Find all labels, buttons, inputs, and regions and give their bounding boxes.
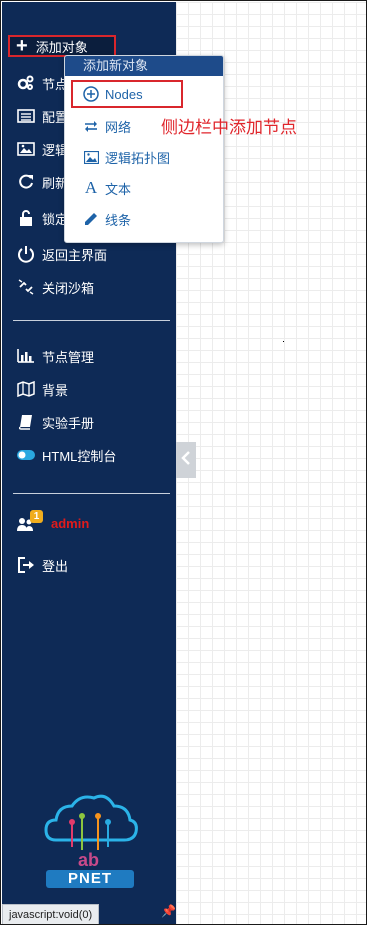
pnet-logo: ab PNET — [42, 792, 138, 892]
plus-icon: + — [16, 35, 28, 57]
menu-item-topology-picture[interactable]: 逻辑拓扑图 — [83, 146, 170, 168]
logout-label: 登出 — [42, 558, 69, 574]
pin-icon[interactable]: 📌 — [161, 904, 176, 918]
menu-item-label: 逻辑拓扑图 — [105, 150, 171, 166]
dropdown-header: 添加新对象 — [65, 56, 223, 76]
sidebar-divider — [13, 493, 170, 494]
list-icon — [16, 107, 36, 125]
sidebar-item-label: 实验手册 — [42, 415, 95, 431]
picture-icon — [83, 150, 99, 164]
font-icon: A — [84, 178, 98, 197]
sidebar-item-logic[interactable]: 逻辑 — [16, 137, 68, 161]
add-object-dropdown: 添加新对象 Nodes 网络 逻辑拓扑图 A 文本 线条 — [64, 55, 224, 243]
sidebar-item-refresh[interactable]: 刷新 — [16, 170, 68, 194]
annotation-text: 侧边栏中添加节点 — [161, 118, 297, 137]
sidebar-item-background[interactable]: 背景 — [16, 377, 68, 401]
window-frame: + 添加对象 节点 配置 逻辑 刷新 锁定 返回主界面 关闭沙箱 节点管理 背景… — [0, 0, 367, 925]
menu-item-label: 文本 — [105, 181, 132, 197]
menu-item-label: Nodes — [105, 86, 143, 102]
bar-chart-icon — [16, 347, 36, 365]
chevron-left-icon — [181, 450, 191, 470]
username[interactable]: admin — [51, 516, 89, 531]
sidebar-item-label: 关闭沙箱 — [42, 280, 95, 296]
canvas-dot — [283, 341, 284, 342]
sidebar-item-label: 节点管理 — [42, 349, 95, 365]
unlock-icon — [16, 209, 36, 227]
gears-icon — [16, 74, 36, 92]
map-icon — [16, 380, 36, 398]
book-icon — [16, 413, 36, 431]
menu-item-label: 线条 — [105, 212, 132, 228]
sidebar-item-lock[interactable]: 锁定 — [16, 206, 68, 230]
logout-button[interactable]: 登出 — [16, 553, 68, 577]
sign-out-icon — [16, 556, 36, 574]
svg-text:ab: ab — [78, 850, 99, 870]
sidebar-item-config[interactable]: 配置 — [16, 104, 68, 128]
sidebar-divider — [13, 320, 170, 321]
power-icon — [16, 245, 36, 263]
unlink-icon — [16, 278, 36, 296]
add-object-label: 添加对象 — [35, 39, 88, 55]
exchange-icon — [83, 120, 99, 132]
status-bar-url: javascript:void(0) — [2, 904, 100, 924]
plus-circle-icon — [83, 86, 99, 102]
toggle-icon — [16, 446, 36, 464]
refresh-icon — [16, 173, 36, 191]
sidebar-item-lab-manual[interactable]: 实验手册 — [16, 410, 94, 434]
pencil-icon — [83, 212, 99, 226]
menu-item-line[interactable]: 线条 — [83, 208, 131, 230]
sidebar-item-close-sandbox[interactable]: 关闭沙箱 — [16, 275, 94, 299]
menu-item-text[interactable]: A 文本 — [83, 177, 131, 199]
menu-item-nodes[interactable]: Nodes — [83, 83, 143, 105]
sidebar-item-label: 背景 — [42, 382, 69, 398]
sidebar-item-label: HTML控制台 — [42, 448, 117, 464]
sidebar-item-nodes[interactable]: 节点 — [16, 71, 68, 95]
notification-badge: 1 — [30, 510, 43, 523]
sidebar-item-html-console[interactable]: HTML控制台 — [16, 443, 116, 467]
sidebar-item-home[interactable]: 返回主界面 — [16, 242, 107, 266]
sidebar-item-node-manage[interactable]: 节点管理 — [16, 344, 94, 368]
sidebar-collapse-toggle[interactable] — [176, 442, 196, 478]
menu-item-network[interactable]: 网络 — [83, 115, 131, 137]
add-object-button[interactable]: + 添加对象 — [8, 35, 116, 57]
image-icon — [16, 140, 36, 158]
sidebar-item-label: 返回主界面 — [42, 247, 108, 263]
logo-text: PNET — [67, 870, 112, 887]
menu-item-label: 网络 — [105, 119, 132, 135]
